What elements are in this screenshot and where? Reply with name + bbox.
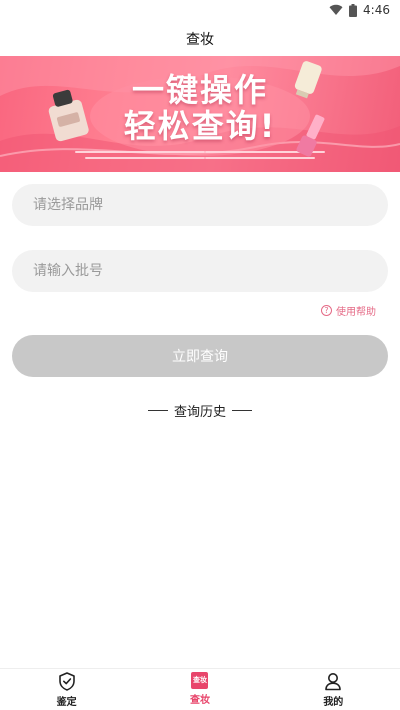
history-title-label: 查询历史 (173, 405, 226, 420)
bottom-tab-bar: 鉴定 查妆 查妆 我的 (0, 668, 400, 710)
help-link-label: 使用帮助 (336, 307, 376, 318)
query-makeup-icon: 查妆 (191, 672, 209, 689)
user-icon (325, 673, 342, 691)
status-icons: 4:46 (329, 3, 390, 17)
tab-query-makeup-label: 查妆 (189, 695, 210, 706)
history-section-title: 查询历史 (0, 401, 400, 420)
help-icon: ? (321, 305, 332, 316)
banner-headline: 一键操作 轻松查询! (95, 72, 305, 144)
banner-line-2: 轻松查询! (123, 107, 277, 145)
help-link[interactable]: ? 使用帮助 (321, 303, 376, 318)
tab-profile[interactable]: 我的 (267, 669, 400, 710)
banner-line-1: 一键操作 (131, 71, 268, 109)
batch-number-input[interactable] (12, 250, 388, 292)
tab-identify-label: 鉴定 (56, 697, 77, 708)
promo-banner[interactable]: 一键操作 轻松查询! (0, 56, 400, 172)
tab-identify[interactable]: 鉴定 (0, 669, 133, 710)
shield-check-icon (58, 672, 75, 691)
battery-icon (349, 3, 358, 17)
tab-profile-label: 我的 (323, 697, 344, 708)
divider-right (232, 410, 252, 411)
brand-select-field[interactable] (12, 184, 388, 226)
page-title: 查妆 (186, 32, 214, 48)
wifi-icon (329, 4, 343, 16)
app-header: 查妆 (0, 24, 400, 56)
tab-query-makeup[interactable]: 查妆 查妆 (133, 669, 266, 710)
divider-left (147, 410, 168, 411)
status-time: 4:46 (363, 3, 390, 17)
query-button[interactable]: 立即查询 (12, 335, 388, 377)
status-bar: 4:46 (0, 0, 400, 24)
